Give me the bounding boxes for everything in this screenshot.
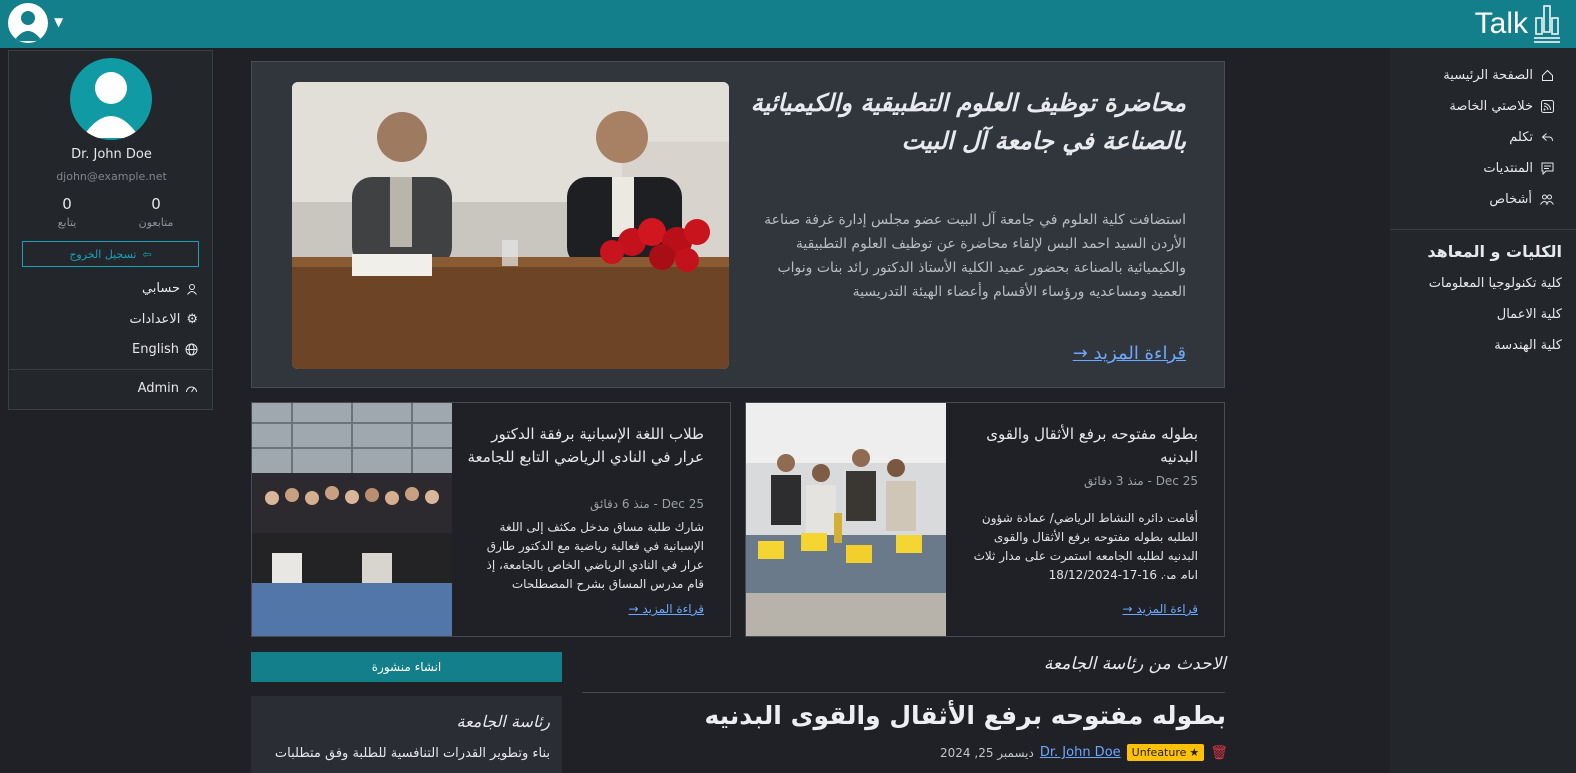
news-card-body: أقامت دائره النشاط الرياضي/ عمادة شؤون ا… [973, 511, 1198, 579]
delete-trash-icon[interactable]: 🗑 [1210, 745, 1228, 761]
menu-language[interactable]: English [132, 342, 198, 357]
latest-post-date: ديسمبر 25, 2024 [940, 745, 1034, 760]
unfeature-label: Unfeature [1131, 746, 1187, 759]
nav-talk-label: تكلم [1509, 130, 1533, 145]
hero-image[interactable] [292, 82, 729, 369]
featured-hero: محاضرة توظيف العلوم التطبيقية والكيميائي… [251, 61, 1225, 388]
nav-forums-label: المنتديات [1483, 161, 1533, 176]
followers-stat[interactable]: 0 يتابع [37, 195, 97, 229]
user-silhouette-icon [14, 11, 42, 41]
latest-post-meta: ديسمبر 25, 2024 Dr. John Doe Unfeature ★… [940, 744, 1228, 761]
logout-label: تسجيل الخروج [69, 247, 137, 261]
news-card-read-more-link[interactable]: قراءة المزيد → [1123, 602, 1199, 616]
latest-post-title[interactable]: بطوله مفتوحه برفع الأثقال والقوى البدنيه [705, 701, 1226, 730]
hero-read-more-link[interactable]: قراءة المزيد → [1073, 343, 1186, 364]
news-card-image[interactable] [746, 403, 946, 636]
following-count: 0 [151, 195, 161, 213]
globe-icon [185, 343, 198, 356]
latest-heading: الاحدث من رئاسة الجامعة [1043, 654, 1226, 674]
news-card: طلاب اللغة الإسبانية برفقة الدكتور عرار … [251, 402, 731, 637]
following-stat[interactable]: 0 متابعون [126, 195, 186, 229]
followers-count: 0 [62, 195, 72, 213]
person-icon [187, 283, 197, 295]
menu-account-label: حسابي [141, 281, 180, 296]
brand-logo[interactable]: Talk [1475, 2, 1562, 46]
news-card: بطوله مفتوحه برفع الأثقال والقوى البدنيه… [745, 402, 1225, 637]
news-card-image[interactable] [252, 403, 452, 636]
news-card-meta: Dec 25 - منذ 3 دقائق [1084, 474, 1198, 488]
user-dropdown-panel: Dr. John Doe djohn@example.net 0 متابعون… [8, 50, 213, 410]
chat-icon [1541, 162, 1554, 175]
star-icon: ★ [1189, 746, 1200, 759]
students-gym-photo [252, 403, 452, 636]
menu-language-label: English [132, 342, 179, 357]
college-it[interactable]: كلية تكنولوجيا المعلومات [1429, 276, 1562, 291]
hero-title[interactable]: محاضرة توظيف العلوم التطبيقية والكيميائي… [746, 84, 1186, 160]
news-card-read-more-link[interactable]: قراءة المزيد → [629, 602, 705, 616]
speedometer-icon [186, 386, 197, 392]
user-silhouette-icon [82, 72, 140, 138]
latest-divider [582, 692, 1225, 693]
menu-admin[interactable]: Admin [138, 381, 198, 396]
nav-feed[interactable]: خلاصتي الخاصة [1449, 99, 1554, 114]
menu-divider [9, 369, 212, 370]
news-card-title[interactable]: طلاب اللغة الإسبانية برفقة الدكتور عرار … [464, 423, 705, 469]
create-post-button[interactable]: انشاء منشورة [251, 652, 562, 682]
nav-home-label: الصفحة الرئيسية [1443, 68, 1533, 83]
people-icon [1540, 194, 1554, 205]
following-label: متابعون [138, 216, 174, 229]
menu-settings[interactable]: الاعدادات ⚙ [129, 312, 198, 327]
university-logo-icon [1534, 5, 1560, 43]
nav-talk[interactable]: تكلم [1509, 130, 1554, 145]
hero-body: استضافت كلية العلوم في جامعة آل البيت عض… [764, 212, 1186, 300]
college-business[interactable]: كلية الاعمال [1497, 307, 1562, 322]
followers-label: يتابع [57, 216, 77, 229]
rss-icon [1541, 100, 1554, 113]
colleges-heading: الكليات و المعاهد [1427, 242, 1562, 261]
reply-icon [1541, 133, 1553, 142]
logout-button[interactable]: تسجيل الخروج ⇦ [22, 241, 199, 267]
lecture-photo [292, 82, 729, 369]
news-card-meta: Dec 25 - منذ 6 دقائق [590, 497, 704, 511]
latest-post-author[interactable]: Dr. John Doe [1040, 745, 1121, 760]
logout-icon: ⇦ [142, 247, 152, 261]
news-card-title[interactable]: بطوله مفتوحه برفع الأثقال والقوى البدنيه [958, 423, 1198, 469]
brand-name: Talk [1474, 7, 1528, 40]
weightlifting-winners-photo [746, 403, 946, 636]
unfeature-button[interactable]: Unfeature ★ [1126, 744, 1205, 761]
presidency-title[interactable]: رئاسة الجامعة [456, 712, 550, 731]
menu-account[interactable]: حسابي [142, 281, 198, 296]
nav-home[interactable]: الصفحة الرئيسية [1443, 68, 1554, 83]
nav-people[interactable]: أشخاص [1489, 192, 1554, 207]
presidency-text: بناء وتطوير القدرات التنافسية للطلبة وفق… [274, 746, 550, 761]
nav-forums[interactable]: المنتديات [1483, 161, 1554, 176]
nav-people-label: أشخاص [1489, 192, 1532, 207]
gear-icon: ⚙ [186, 312, 198, 327]
menu-settings-label: الاعدادات [129, 312, 181, 327]
home-icon [1542, 69, 1553, 81]
profile-name[interactable]: Dr. John Doe [9, 147, 214, 162]
presidency-widget: رئاسة الجامعة بناء وتطوير القدرات التناف… [251, 696, 562, 773]
top-navbar: ▼ Talk [0, 0, 1576, 48]
right-sidebar: الصفحة الرئيسية خلاصتي الخاصة تكلم المنت… [1390, 48, 1576, 773]
user-avatar[interactable] [8, 3, 48, 43]
profile-avatar[interactable] [70, 58, 152, 140]
menu-admin-label: Admin [137, 381, 179, 396]
user-menu-caret-icon[interactable]: ▼ [54, 15, 63, 29]
news-card-body: شارك طلبة مساق مدخل مكثف إلى اللغة الإسب… [486, 520, 705, 591]
nav-feed-label: خلاصتي الخاصة [1449, 99, 1533, 114]
profile-email: djohn@example.net [56, 170, 167, 183]
sidebar-divider [1390, 229, 1576, 230]
college-engineering[interactable]: كلية الهندسة [1494, 338, 1562, 353]
